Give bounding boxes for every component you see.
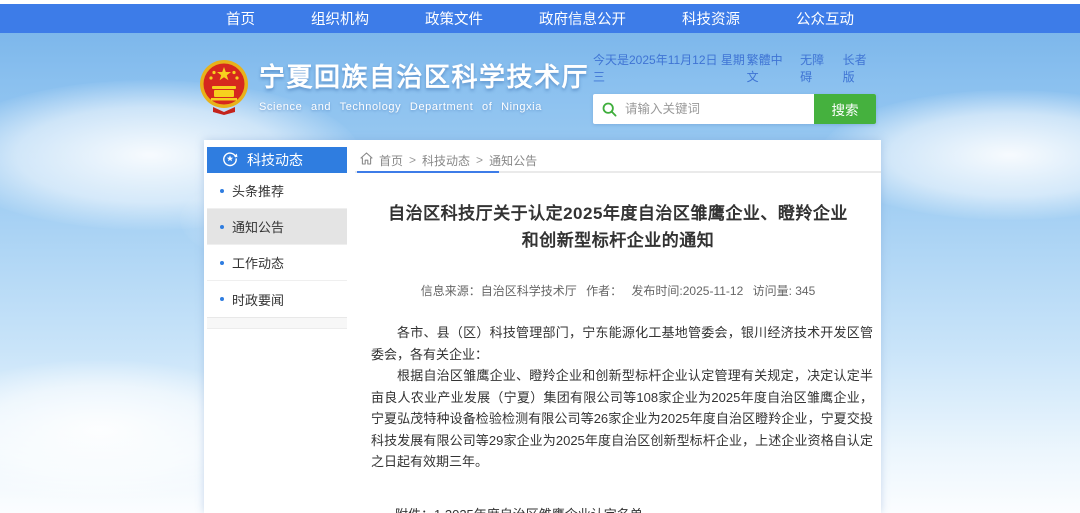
sidebar-item-notices[interactable]: 通知公告 <box>207 209 347 245</box>
home-icon <box>360 152 373 168</box>
nav-item-sci-resources[interactable]: 科技资源 <box>682 8 740 29</box>
breadcrumb-sci-news[interactable]: 科技动态 <box>422 152 470 169</box>
attachments: 附件： 1.2025年度自治区雏鹰企业认定名单 2.2025年度自治区瞪羚企业认… <box>395 503 881 513</box>
national-emblem-icon <box>199 57 249 120</box>
nav-item-home[interactable]: 首页 <box>226 8 255 29</box>
sidebar-item-label: 工作动态 <box>232 253 284 272</box>
meta-visit-count: 访问量: 345 <box>753 284 816 298</box>
search-icon <box>593 94 625 124</box>
breadcrumb-active-underline <box>357 171 499 173</box>
breadcrumb-home[interactable]: 首页 <box>379 152 403 169</box>
site-subtitle: Science and Technology Department of Nin… <box>259 101 589 113</box>
sci-news-icon <box>222 151 238 170</box>
date-row: 今天是2025年11月12日 星期三 繁體中文 无障碍 长者版 <box>593 51 876 85</box>
meta-source: 信息来源：自治区科学技术厅 <box>421 284 577 298</box>
link-traditional-chinese[interactable]: 繁體中文 <box>747 51 792 85</box>
link-elderly-version[interactable]: 长者版 <box>843 51 876 85</box>
nav-item-gov-info[interactable]: 政府信息公开 <box>539 8 626 29</box>
sidebar-item-label: 时政要闻 <box>232 290 284 309</box>
breadcrumb-separator: > <box>409 153 416 167</box>
quick-links: 繁體中文 无障碍 长者版 <box>747 51 876 85</box>
breadcrumb-divider <box>355 171 881 173</box>
bullet-dot-icon <box>220 297 224 301</box>
search-button[interactable]: 搜索 <box>814 94 876 124</box>
meta-publish-date: 发布时间:2025-11-12 <box>631 284 743 298</box>
nav-item-organization[interactable]: 组织机构 <box>311 8 369 29</box>
article-body: 各市、县（区）科技管理部门，宁东能源化工基地管委会，银川经济技术开发区管委会，各… <box>355 322 881 473</box>
meta-author: 作者： <box>586 284 622 298</box>
bullet-dot-icon <box>220 225 224 229</box>
article-title: 自治区科技厅关于认定2025年度自治区雏鹰企业、瞪羚企业 和创新型标杆企业的通知 <box>355 200 881 254</box>
link-accessibility[interactable]: 无障碍 <box>800 51 833 85</box>
article-paragraph: 各市、县（区）科技管理部门，宁东能源化工基地管委会，银川经济技术开发区管委会，各… <box>371 322 873 365</box>
nav-inner: 首页 组织机构 政策文件 政府信息公开 科技资源 公众互动 <box>198 4 882 33</box>
sidebar-item-headlines[interactable]: 头条推荐 <box>207 173 347 209</box>
sidebar-menu: 头条推荐 通知公告 工作动态 时政要闻 <box>207 173 347 318</box>
site-title: 宁夏回族自治区科学技术厅 <box>259 57 589 94</box>
search-bar: 搜索 <box>593 94 876 124</box>
sidebar-item-politics-news[interactable]: 时政要闻 <box>207 281 347 317</box>
article-paragraph: 根据自治区雏鹰企业、瞪羚企业和创新型标杆企业认定管理有关规定，决定认定半亩良人农… <box>371 365 873 473</box>
sidebar: 科技动态 头条推荐 通知公告 工作动态 时政要闻 <box>207 147 347 329</box>
sidebar-item-label: 通知公告 <box>232 217 284 236</box>
nav-item-public-interaction[interactable]: 公众互动 <box>796 8 854 29</box>
site-titles: 宁夏回族自治区科学技术厅 Science and Technology Depa… <box>259 57 589 113</box>
article-meta: 信息来源：自治区科学技术厅 作者： 发布时间:2025-11-12 访问量: 3… <box>355 282 881 299</box>
page: 首页 组织机构 政策文件 政府信息公开 科技资源 公众互动 <box>0 0 1080 513</box>
search-input[interactable] <box>625 94 814 124</box>
sidebar-header: 科技动态 <box>207 147 347 173</box>
article-title-line2: 和创新型标杆企业的通知 <box>355 227 881 254</box>
current-date: 今天是2025年11月12日 星期三 <box>593 51 747 85</box>
attachment-list: 1.2025年度自治区雏鹰企业认定名单 2.2025年度自治区瞪羚企业认定名单 … <box>434 503 682 513</box>
content-panel: 科技动态 头条推荐 通知公告 工作动态 时政要闻 <box>204 140 881 513</box>
sidebar-title: 科技动态 <box>247 150 303 170</box>
breadcrumb-separator: > <box>476 153 483 167</box>
attachment-link-1[interactable]: 1.2025年度自治区雏鹰企业认定名单 <box>434 503 682 513</box>
main-content: 首页 > 科技动态 > 通知公告 自治区科技厅关于认定2025年度自治区雏鹰企业… <box>355 140 881 513</box>
site-logo-link[interactable]: 宁夏回族自治区科学技术厅 Science and Technology Depa… <box>199 57 589 120</box>
breadcrumb: 首页 > 科技动态 > 通知公告 <box>355 140 881 169</box>
bullet-dot-icon <box>220 261 224 265</box>
sidebar-item-label: 头条推荐 <box>232 181 284 200</box>
top-nav: 首页 组织机构 政策文件 政府信息公开 科技资源 公众互动 <box>0 4 1080 33</box>
breadcrumb-notices[interactable]: 通知公告 <box>489 152 537 169</box>
nav-item-policy[interactable]: 政策文件 <box>425 8 483 29</box>
article-title-line1: 自治区科技厅关于认定2025年度自治区雏鹰企业、瞪羚企业 <box>355 200 881 227</box>
sidebar-item-work-news[interactable]: 工作动态 <box>207 245 347 281</box>
bullet-dot-icon <box>220 189 224 193</box>
sidebar-footer <box>207 318 347 329</box>
header-right: 今天是2025年11月12日 星期三 繁體中文 无障碍 长者版 搜索 <box>593 51 876 124</box>
attachments-label: 附件： <box>395 503 434 513</box>
